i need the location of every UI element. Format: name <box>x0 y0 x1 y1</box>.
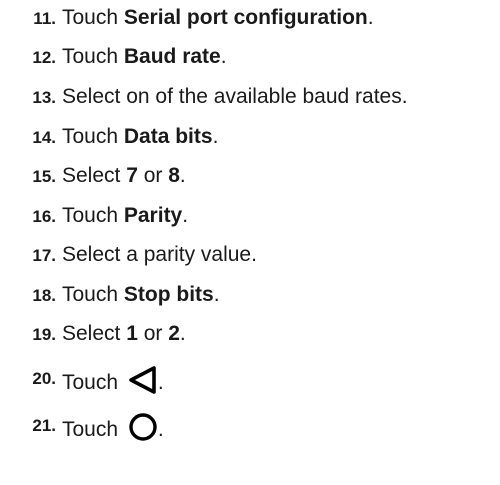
step-number: 12. <box>32 48 56 67</box>
step-bold-text: Data bits <box>123 125 213 148</box>
step-text: Touch <box>62 125 124 148</box>
step-17: 17. Select a parity value. <box>32 242 257 268</box>
step-bold-text: Parity <box>123 204 183 227</box>
step-bold-text: Baud rate <box>123 45 221 68</box>
step-punct: . <box>213 283 220 306</box>
step-punct: . <box>220 45 227 68</box>
step-punct: . <box>212 125 219 148</box>
step-number: 13. <box>32 88 56 107</box>
step-12: 12. Touch Baud rate. <box>32 44 227 70</box>
step-text: Touch <box>62 371 124 394</box>
step-text: Select a parity value. <box>62 243 257 266</box>
step-text: or <box>137 164 169 187</box>
step-bold-text: 7 <box>126 164 138 187</box>
step-bold-text: Serial port configuration <box>123 6 368 29</box>
step-16: 16. Touch Parity. <box>32 203 189 229</box>
step-bold-text: 2 <box>168 322 180 345</box>
step-20: 20. Touch . <box>32 365 164 402</box>
step-punct: . <box>182 204 189 227</box>
step-21: 21. Touch . <box>32 412 164 449</box>
step-18: 18. Touch Stop bits. <box>32 282 220 308</box>
step-19: 19. Select 1 or 2. <box>32 321 186 347</box>
step-number: 18. <box>32 286 56 305</box>
step-number: 19. <box>32 325 56 344</box>
step-bold-text: Stop bits <box>123 283 214 306</box>
step-text: Touch <box>62 418 124 441</box>
step-punct: . <box>179 322 186 345</box>
step-number: 14. <box>32 128 56 147</box>
step-number: 21. <box>32 416 56 435</box>
home-circle-icon <box>128 412 158 449</box>
step-number: 15. <box>32 167 56 186</box>
step-text: Touch <box>62 45 124 68</box>
step-text: or <box>137 322 169 345</box>
step-number: 16. <box>32 207 56 226</box>
back-triangle-icon <box>128 365 158 402</box>
step-bold-text: 8 <box>168 164 180 187</box>
step-text: Touch <box>62 6 124 29</box>
step-bold-text: 1 <box>126 322 138 345</box>
step-text: Select <box>62 164 127 187</box>
step-number: 11. <box>33 9 56 28</box>
step-text: Touch <box>62 283 124 306</box>
step-punct: . <box>367 6 374 29</box>
step-number: 17. <box>32 246 56 265</box>
step-14: 14. Touch Data bits. <box>32 124 219 150</box>
step-11: 11. Touch Serial port configuration. <box>33 5 374 31</box>
step-text: Select on of the available baud rates. <box>62 85 408 108</box>
step-punct: . <box>157 418 164 441</box>
step-13: 13. Select on of the available baud rates… <box>32 84 408 110</box>
step-punct: . <box>179 164 186 187</box>
step-punct: . <box>157 371 164 394</box>
step-text: Touch <box>62 204 124 227</box>
step-number: 20. <box>32 369 56 388</box>
step-15: 15. Select 7 or 8. <box>32 163 186 189</box>
step-text: Select <box>62 322 127 345</box>
